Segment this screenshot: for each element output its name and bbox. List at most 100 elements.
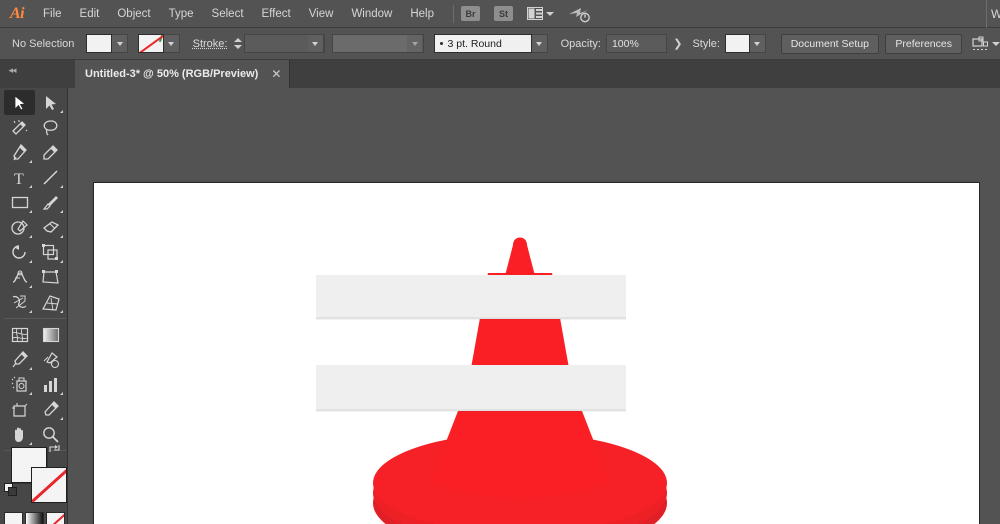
control-bar: No Selection Stroke: 3 pt. Round Opacity…: [0, 28, 1000, 60]
menu-type[interactable]: Type: [160, 0, 203, 28]
traffic-cone-artwork[interactable]: [94, 183, 981, 524]
variable-width-profile-select[interactable]: [332, 34, 424, 53]
menu-effect[interactable]: Effect: [253, 0, 300, 28]
stripe-upper: [316, 275, 626, 319]
gradient-tool[interactable]: [35, 322, 66, 347]
stroke-indicator[interactable]: [31, 467, 67, 503]
tools-panel: T: [0, 88, 68, 524]
menu-file[interactable]: File: [34, 0, 71, 28]
none-mode-button[interactable]: [46, 512, 65, 524]
divider: [453, 5, 454, 23]
align-to-selection-icon[interactable]: [972, 36, 989, 52]
line-segment-tool[interactable]: [35, 165, 66, 190]
color-mode-button[interactable]: [4, 512, 23, 524]
mesh-tool[interactable]: [4, 322, 35, 347]
eyedropper-tool[interactable]: [4, 347, 35, 372]
workspace-switcher-fragment[interactable]: W: [986, 0, 1000, 28]
stroke-weight-stepper[interactable]: [232, 34, 242, 53]
lasso-tool[interactable]: [35, 115, 66, 140]
shape-builder-tool[interactable]: [4, 290, 35, 315]
cone-flare: [430, 411, 610, 498]
brush-definition-select[interactable]: 3 pt. Round: [434, 34, 532, 53]
symbol-sprayer-tool[interactable]: [4, 372, 35, 397]
artboard[interactable]: [93, 182, 980, 524]
collapse-panel-icon[interactable]: ◂◂: [4, 63, 20, 77]
brush-definition-group[interactable]: 3 pt. Round: [434, 34, 548, 53]
eraser-tool[interactable]: [35, 215, 66, 240]
shaper-tool[interactable]: [4, 215, 35, 240]
paintbrush-tool[interactable]: [35, 190, 66, 215]
stroke-weight-input[interactable]: [244, 34, 325, 53]
illustrator-window: Ai File Edit Object Type Select Effect V…: [0, 0, 1000, 524]
brush-definition-value: 3 pt. Round: [448, 38, 502, 50]
fill-swatch-group[interactable]: [86, 34, 128, 53]
opacity-input[interactable]: 100%: [606, 34, 667, 53]
chevron-down-icon: [412, 42, 418, 46]
magic-wand-tool[interactable]: [4, 115, 35, 140]
curvature-tool[interactable]: [35, 140, 66, 165]
free-transform-tool[interactable]: [35, 265, 66, 290]
chevron-down-icon: [117, 42, 123, 46]
graphic-style-dropdown[interactable]: [750, 34, 766, 53]
fill-swatch[interactable]: [86, 34, 112, 53]
stroke-weight-label: Stroke:: [193, 38, 228, 50]
stroke-swatch-group[interactable]: [138, 34, 180, 53]
blend-tool[interactable]: [35, 347, 66, 372]
right-gutter: [980, 88, 1000, 524]
menu-select[interactable]: Select: [203, 0, 253, 28]
width-tool[interactable]: [4, 265, 35, 290]
swap-fill-stroke-icon[interactable]: [48, 443, 62, 455]
slice-tool[interactable]: [35, 397, 66, 422]
direct-selection-tool[interactable]: [35, 90, 66, 115]
document-tab-bar: ◂◂ Untitled-3* @ 50% (RGB/Preview) ✕: [0, 60, 1000, 88]
preferences-button[interactable]: Preferences: [885, 34, 962, 54]
document-tab-title: Untitled-3* @ 50% (RGB/Preview): [85, 68, 258, 80]
variable-width-dropdown[interactable]: [407, 34, 423, 53]
menu-view[interactable]: View: [300, 0, 343, 28]
menu-object[interactable]: Object: [108, 0, 159, 28]
stripe-upper-shadow: [316, 317, 626, 320]
pen-tool[interactable]: [4, 140, 35, 165]
align-dropdown-chevron-down-icon[interactable]: [992, 42, 1000, 46]
chevron-down-icon[interactable]: [546, 12, 554, 16]
app-logo-icon: Ai: [0, 0, 34, 28]
stripe-lower: [316, 365, 626, 411]
gradient-mode-button[interactable]: [25, 512, 44, 524]
document-setup-button[interactable]: Document Setup: [781, 34, 879, 54]
document-tab[interactable]: Untitled-3* @ 50% (RGB/Preview) ✕: [75, 60, 290, 88]
stroke-swatch-dropdown[interactable]: [164, 34, 180, 53]
stock-button[interactable]: St: [494, 6, 513, 21]
stroke-swatch[interactable]: [138, 34, 164, 53]
opacity-options-button[interactable]: ❯: [673, 37, 682, 50]
column-graph-tool[interactable]: [35, 372, 66, 397]
fill-swatch-dropdown[interactable]: [112, 34, 128, 53]
color-mode-buttons: [4, 512, 66, 524]
artboard-tool[interactable]: [4, 397, 35, 422]
rectangle-tool[interactable]: [4, 190, 35, 215]
canvas-workspace[interactable]: [68, 88, 1000, 524]
default-fill-stroke-icon[interactable]: [4, 483, 18, 497]
close-icon[interactable]: ✕: [271, 68, 281, 80]
scale-tool[interactable]: [35, 240, 66, 265]
creative-cloud-sync-icon[interactable]: [568, 5, 590, 23]
graphic-style-swatch[interactable]: [725, 34, 750, 53]
stroke-weight-dropdown[interactable]: [308, 34, 324, 53]
type-tool[interactable]: T: [4, 165, 35, 190]
bridge-button[interactable]: Br: [461, 6, 480, 21]
selection-status: No Selection: [0, 38, 86, 50]
selection-tool[interactable]: [4, 90, 35, 115]
brush-preview-icon: [440, 42, 443, 45]
chevron-down-icon: [234, 45, 242, 49]
style-label: Style:: [692, 38, 720, 50]
perspective-grid-tool[interactable]: [35, 290, 66, 315]
menu-edit[interactable]: Edit: [71, 0, 109, 28]
menu-help[interactable]: Help: [401, 0, 443, 28]
brush-definition-dropdown[interactable]: [532, 34, 548, 53]
menu-window[interactable]: Window: [342, 0, 401, 28]
graphic-style-group[interactable]: [725, 34, 766, 53]
arrange-documents-icon[interactable]: [527, 7, 543, 20]
chevron-down-icon: [754, 42, 760, 46]
rotate-tool[interactable]: [4, 240, 35, 265]
chevron-down-icon: [536, 42, 542, 46]
opacity-label: Opacity:: [561, 38, 601, 50]
